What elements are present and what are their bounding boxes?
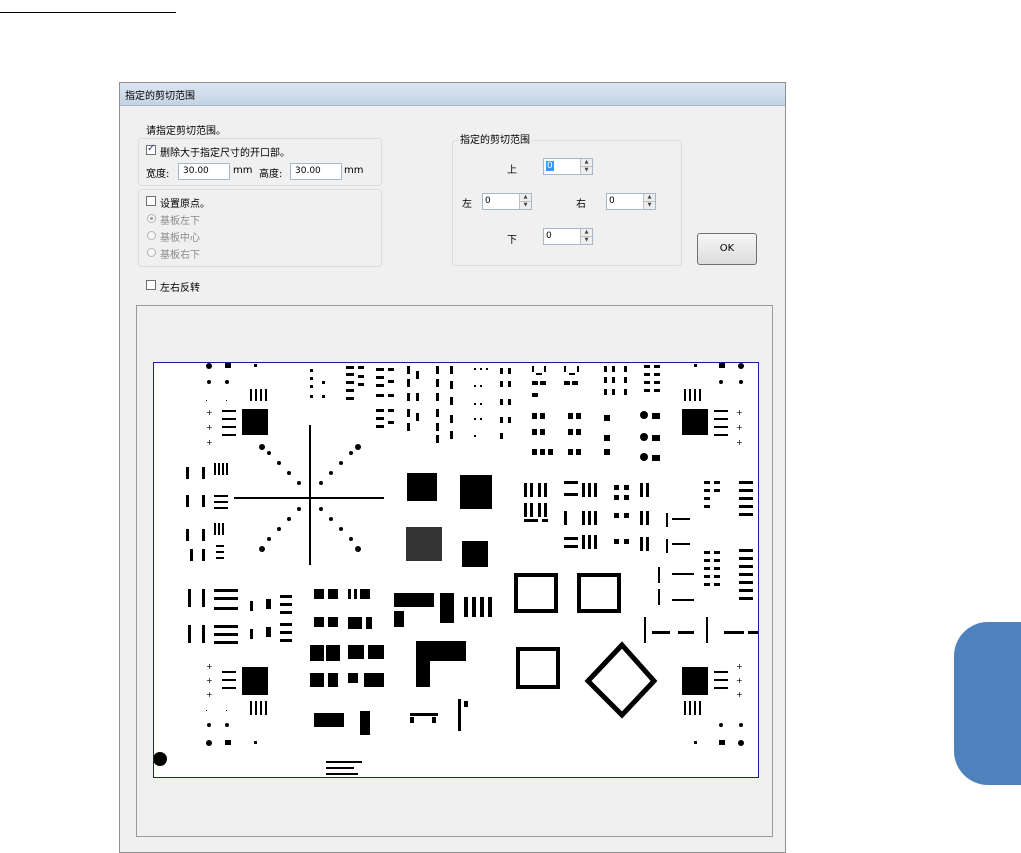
- spin-up-icon[interactable]: ▲: [519, 194, 531, 201]
- spin-down-icon[interactable]: ▼: [580, 236, 592, 244]
- bottom-value: 0: [546, 231, 552, 241]
- svg-text:+: +: [206, 662, 213, 671]
- remove-oversize-checkbox[interactable]: [146, 143, 156, 155]
- dialog-titlebar[interactable]: 指定的剪切范围: [120, 83, 785, 106]
- mirror-checkbox[interactable]: [146, 280, 156, 290]
- set-origin-label: 设置原点。: [160, 199, 210, 210]
- cut-range-dialog: 指定的剪切范围 请指定剪切范围。 删除大于指定尺寸的开口部。 宽度: 30.00…: [119, 82, 786, 853]
- svg-text:+: +: [206, 423, 213, 432]
- spin-down-icon[interactable]: ▼: [580, 166, 592, 174]
- left-value: 0: [485, 196, 491, 206]
- side-chapter-tab: [954, 622, 1021, 785]
- spin-down-icon[interactable]: ▼: [519, 201, 531, 209]
- left-spinner[interactable]: 0 ▲ ▼: [482, 193, 532, 210]
- top-value: 0: [546, 161, 554, 171]
- spin-up-icon[interactable]: ▲: [580, 229, 592, 236]
- svg-text:+: +: [736, 662, 743, 671]
- height-label: 高度:: [259, 169, 283, 180]
- bottom-label: 下: [507, 235, 517, 246]
- dialog-title: 指定的剪切范围: [125, 91, 195, 102]
- top-spinner[interactable]: 0 ▲ ▼: [543, 158, 593, 175]
- svg-text:+: +: [206, 438, 213, 447]
- bottom-spinner[interactable]: 0 ▲ ▼: [543, 228, 593, 245]
- right-spinner[interactable]: 0 ▲ ▼: [606, 193, 656, 210]
- origin-option-label: 基板左下: [160, 216, 200, 227]
- preview-panel: + + + + + + + + + + + +: [136, 305, 773, 837]
- spin-up-icon[interactable]: ▲: [643, 194, 655, 201]
- svg-text:+: +: [206, 408, 213, 417]
- left-label: 左: [462, 199, 472, 210]
- mirror-label: 左右反转: [160, 283, 200, 294]
- set-origin-checkbox[interactable]: [146, 196, 156, 206]
- svg-text:+: +: [206, 676, 213, 685]
- svg-text:+: +: [736, 690, 743, 699]
- origin-radio-center[interactable]: [147, 231, 156, 240]
- height-unit: mm: [344, 165, 364, 176]
- right-value: 0: [609, 196, 615, 206]
- instruction-text: 请指定剪切范围。: [146, 126, 226, 137]
- svg-text:+: +: [736, 438, 743, 447]
- svg-text:+: +: [736, 408, 743, 417]
- spin-up-icon[interactable]: ▲: [580, 159, 592, 166]
- remove-oversize-label: 删除大于指定尺寸的开口部。: [160, 148, 290, 159]
- page-top-rule: [0, 12, 176, 13]
- svg-text:+: +: [736, 423, 743, 432]
- origin-option-label: 基板右下: [160, 250, 200, 261]
- pcb-board-preview[interactable]: + + + + + + + + + + + +: [153, 362, 759, 778]
- width-unit: mm: [233, 165, 253, 176]
- right-label: 右: [576, 199, 586, 210]
- pcb-pads-graphic: + + + + + + +++ +++: [153, 363, 758, 775]
- height-field[interactable]: 30.00: [290, 163, 342, 180]
- top-label: 上: [507, 165, 517, 176]
- origin-radio-bottom-right[interactable]: [147, 248, 156, 257]
- width-field[interactable]: 30.00: [178, 163, 230, 180]
- svg-text:+: +: [206, 690, 213, 699]
- ok-button[interactable]: OK: [697, 233, 757, 265]
- origin-radio-bottom-left[interactable]: [147, 214, 156, 223]
- width-label: 宽度:: [146, 169, 170, 180]
- range-group-title: 指定的剪切范围: [458, 131, 532, 146]
- svg-text:+: +: [736, 676, 743, 685]
- spin-down-icon[interactable]: ▼: [643, 201, 655, 209]
- origin-option-label: 基板中心: [160, 233, 200, 244]
